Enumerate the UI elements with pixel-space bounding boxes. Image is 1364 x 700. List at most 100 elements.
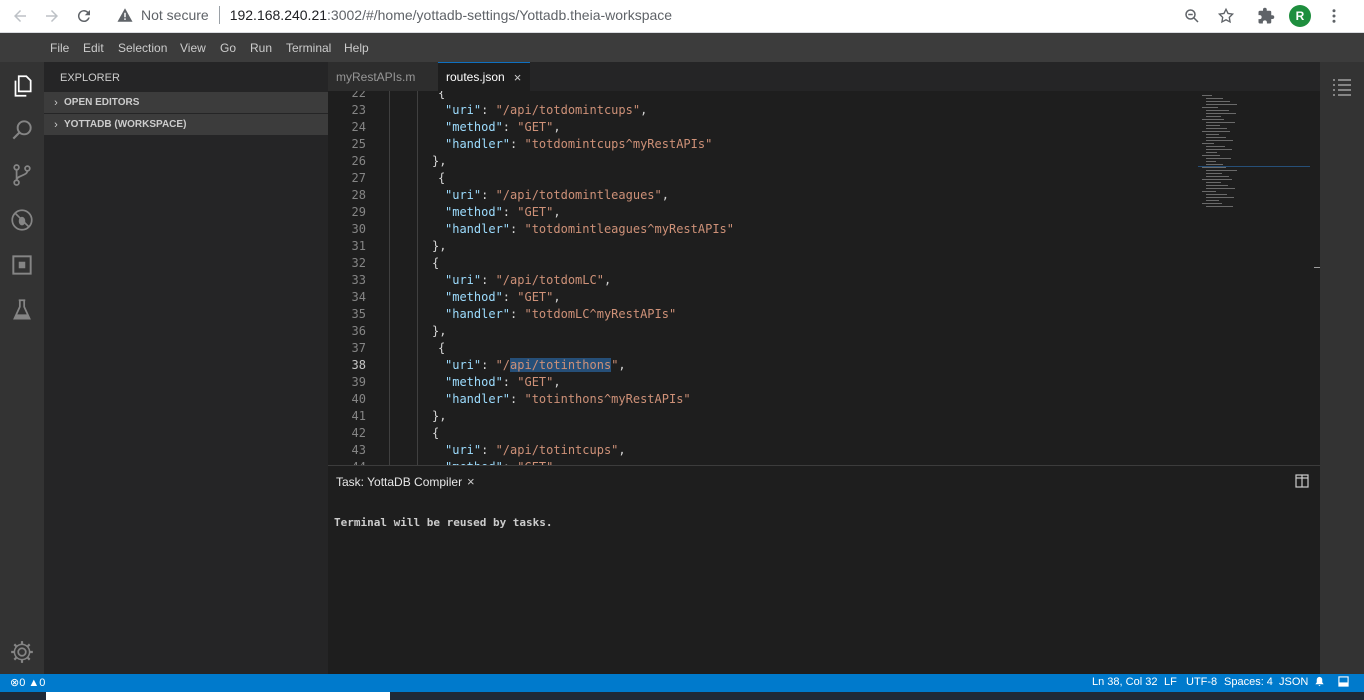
- profile-avatar[interactable]: R: [1288, 4, 1312, 28]
- address-bar[interactable]: Not secure 192.168.240.21:3002/#/home/yo…: [108, 0, 1258, 30]
- extensions-icon[interactable]: [8, 251, 36, 279]
- forward-icon[interactable]: [40, 4, 64, 28]
- line-number: 27: [351, 171, 366, 185]
- terminal-panel: Task: YottaDB Compiler × Terminal will b…: [328, 465, 1320, 674]
- url-text[interactable]: 192.168.240.21:3002/#/home/yottadb-setti…: [230, 7, 672, 23]
- code-editor[interactable]: 22 {23 "uri": "/api/totdomintcups", 24 "meth…: [328, 91, 1364, 465]
- error-count: 0: [19, 677, 26, 689]
- line-code: "handler": "totdomintcups^myRestAPIs": [445, 136, 712, 153]
- minimap[interactable]: [1198, 91, 1310, 211]
- code-line[interactable]: 31},: [328, 238, 1198, 255]
- code-line[interactable]: 32 {: [328, 255, 1198, 272]
- tab-myrestapis[interactable]: myRestAPIs.m: [328, 62, 438, 91]
- menu-run[interactable]: Run: [250, 41, 272, 55]
- code-line[interactable]: 43 "uri": "/api/totintcups",: [328, 442, 1198, 459]
- star-icon[interactable]: [1214, 4, 1238, 28]
- minimap-viewport[interactable]: [1198, 166, 1310, 167]
- more-menu-icon[interactable]: [1322, 4, 1346, 28]
- code-line[interactable]: 25 "handler": "totdomintcups^myRestAPIs": [328, 136, 1198, 153]
- settings-gear-icon[interactable]: [8, 638, 36, 666]
- taskbar-search[interactable]: [46, 692, 390, 700]
- code-line[interactable]: 24 "method": "GET",: [328, 119, 1198, 136]
- minimap-line: [1206, 149, 1232, 150]
- line-number: 35: [351, 307, 366, 321]
- code-line[interactable]: 28 "uri": "/api/totdomintleagues",: [328, 187, 1198, 204]
- language-mode[interactable]: JSON: [1279, 676, 1308, 688]
- punctuation: {: [438, 171, 446, 185]
- punctuation: :: [510, 222, 525, 236]
- panel-title[interactable]: Task: YottaDB Compiler: [336, 475, 462, 489]
- json-string: "/: [495, 358, 511, 372]
- minimap-line: [1206, 140, 1233, 141]
- minimap-line: [1206, 128, 1227, 129]
- back-icon[interactable]: [8, 4, 32, 28]
- punctuation: :: [510, 137, 525, 151]
- menu-go[interactable]: Go: [220, 41, 236, 55]
- code-line[interactable]: 23 "uri": "/api/totdomintcups",: [328, 102, 1198, 119]
- menu-file[interactable]: File: [50, 41, 69, 55]
- punctuation: :: [502, 205, 518, 219]
- minimap-line: [1202, 155, 1220, 156]
- minimap-line: [1206, 101, 1230, 102]
- code-line[interactable]: 42 {: [328, 425, 1198, 442]
- cursor-position[interactable]: Ln 38, Col 32: [1092, 676, 1157, 688]
- problems-indicator[interactable]: ⊗0 ▲0: [10, 676, 45, 689]
- code-line[interactable]: 40 "handler": "totinthons^myRestAPIs": [328, 391, 1198, 408]
- json-key: "method": [445, 120, 503, 134]
- code-line[interactable]: 26},: [328, 153, 1198, 170]
- code-line[interactable]: 27 {: [328, 170, 1198, 187]
- minimap-line: [1206, 113, 1236, 114]
- json-key: "method": [445, 290, 503, 304]
- test-icon[interactable]: [8, 296, 36, 324]
- minimap-line: [1202, 143, 1214, 144]
- encoding-indicator[interactable]: UTF-8: [1186, 676, 1217, 688]
- code-line[interactable]: 39 "method": "GET",: [328, 374, 1198, 391]
- code-line[interactable]: 29 "method": "GET",: [328, 204, 1198, 221]
- code-line[interactable]: 38 "uri": "/api/totinthons",: [328, 357, 1198, 374]
- panel-toggle-icon[interactable]: [1338, 676, 1349, 690]
- menu-help[interactable]: Help: [344, 41, 369, 55]
- minimap-line: [1206, 173, 1222, 174]
- code-line[interactable]: 35 "handler": "totdomLC^myRestAPIs": [328, 306, 1198, 323]
- line-code: "uri": "/api/totdomintleagues",: [445, 187, 669, 204]
- code-line[interactable]: 37 {: [328, 340, 1198, 357]
- close-icon[interactable]: ×: [467, 474, 475, 489]
- punctuation: },: [432, 409, 447, 423]
- punctuation: :: [510, 392, 525, 406]
- code-line[interactable]: 22 {: [328, 91, 1198, 102]
- minimap-line: [1206, 110, 1229, 111]
- maximize-panel-icon[interactable]: [1295, 474, 1309, 488]
- files-icon[interactable]: [8, 72, 36, 100]
- debug-icon[interactable]: [8, 206, 36, 234]
- line-number: 31: [351, 239, 366, 253]
- indentation-indicator[interactable]: Spaces: 4: [1224, 676, 1273, 688]
- code-line[interactable]: 41},: [328, 408, 1198, 425]
- menu-edit[interactable]: Edit: [83, 41, 104, 55]
- reload-icon[interactable]: [72, 4, 96, 28]
- punctuation: :: [502, 375, 518, 389]
- punctuation: },: [432, 154, 447, 168]
- outline-icon[interactable]: [1330, 75, 1354, 104]
- json-string: "GET": [517, 205, 554, 219]
- json-key: "handler": [445, 392, 511, 406]
- menu-selection[interactable]: Selection: [118, 41, 167, 55]
- eol-indicator[interactable]: LF: [1164, 676, 1177, 688]
- code-line[interactable]: 30 "handler": "totdomintleagues^myRestAPI…: [328, 221, 1198, 238]
- right-activity-bar: [1320, 62, 1364, 674]
- search-icon[interactable]: [8, 116, 36, 144]
- code-line[interactable]: 36},: [328, 323, 1198, 340]
- code-line[interactable]: 34 "method": "GET",: [328, 289, 1198, 306]
- menu-view[interactable]: View: [180, 41, 206, 55]
- terminal-output[interactable]: Terminal will be reused by tasks.: [334, 516, 553, 529]
- section-workspace[interactable]: › YOTTADB (WORKSPACE): [44, 114, 328, 135]
- extensions-icon[interactable]: [1254, 4, 1278, 28]
- zoom-icon[interactable]: [1180, 4, 1204, 28]
- source-control-icon[interactable]: [8, 161, 36, 189]
- code-line[interactable]: 33 "uri": "/api/totdomLC",: [328, 272, 1198, 289]
- tab-routes-json[interactable]: routes.json ×: [438, 62, 530, 91]
- close-icon[interactable]: ×: [514, 70, 522, 85]
- section-open-editors[interactable]: › OPEN EDITORS: [44, 92, 328, 113]
- menu-terminal[interactable]: Terminal: [286, 41, 331, 55]
- minimap-line: [1206, 200, 1219, 201]
- bell-icon[interactable]: [1314, 676, 1325, 690]
